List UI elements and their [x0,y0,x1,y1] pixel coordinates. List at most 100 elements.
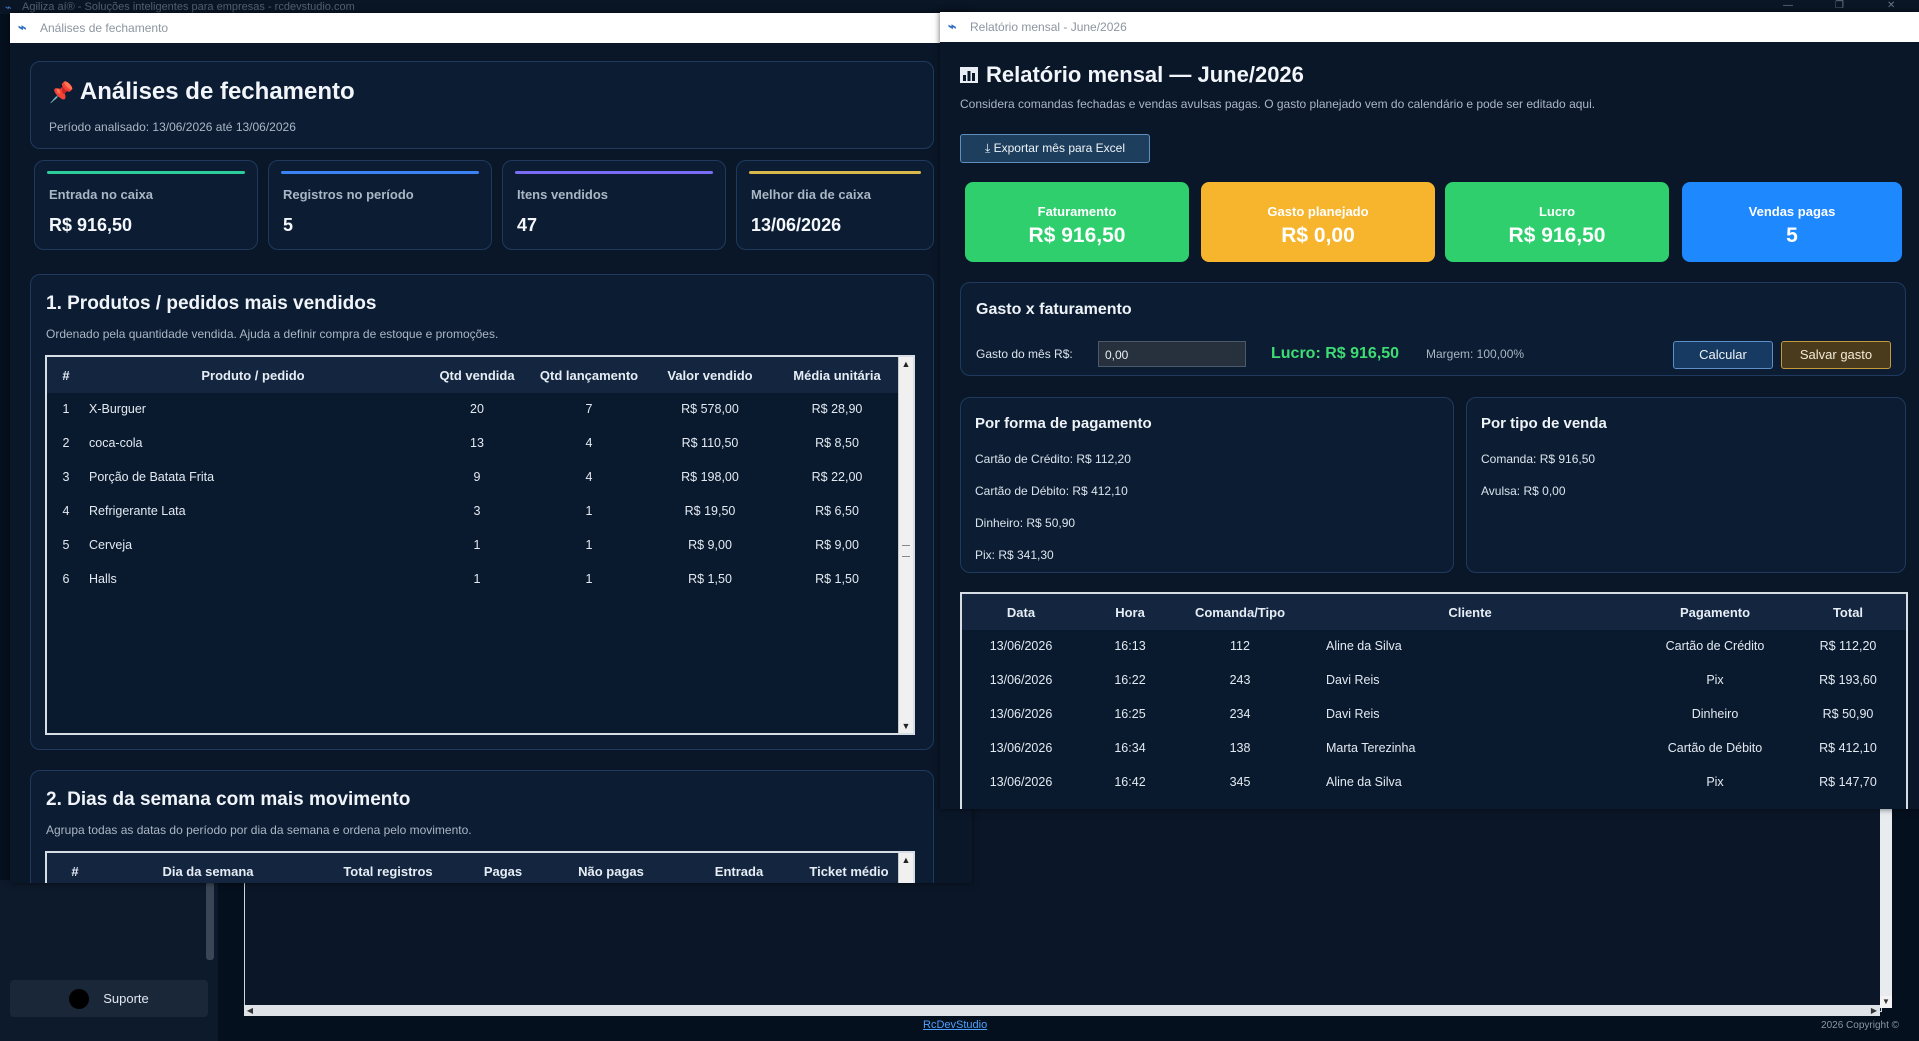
scroll-down-icon[interactable]: ▼ [899,719,913,733]
card-label: Faturamento [1037,204,1117,219]
column-header[interactable]: Total [1790,605,1906,620]
analises-window: ⌁ Análises de fechamento 📌 Análises de fe… [10,13,972,883]
column-header[interactable]: Total registros [313,864,463,879]
table-cell: Aline da Silva [1326,639,1402,653]
scroll-right-icon[interactable]: ▶ [1868,1005,1880,1016]
payment-line: Dinheiro: R$ 50,90 [975,516,1076,530]
column-header[interactable]: Cliente [1300,605,1640,620]
column-header[interactable]: Data [962,605,1080,620]
column-header[interactable]: Pagas [463,864,543,879]
payment-line: Pix: R$ 341,30 [975,548,1054,562]
analises-header: 📌 Análises de fechamento Período analisad… [30,61,934,149]
scroll-up-icon[interactable]: ▲ [899,853,913,867]
table-header: # Produto / pedido Qtd vendida Qtd lança… [47,357,899,393]
table-cell: R$ 198,00 [681,470,739,484]
table-cell: R$ 147,70 [1819,775,1877,789]
table-row[interactable]: 13/06/2026 16:42 345 Aline da Silva Pix R$ 14… [962,766,1906,800]
produtos-table: # Produto / pedido Qtd vendida Qtd lança… [45,355,915,735]
table-scrollbar[interactable]: ▲ ▼ [898,357,913,733]
table-row[interactable]: 1 X-Burguer 20 7 R$ 578,00 R$ 28,90 [47,393,899,427]
scroll-up-icon[interactable]: ▲ [899,357,913,371]
kpi-card-itens: Itens vendidos 47 [502,160,726,250]
column-header[interactable]: Valor vendido [645,368,775,383]
table-row[interactable]: 13/06/2026 16:22 243 Davi Reis Pix R$ 193,60 [962,664,1906,698]
scroll-left-icon[interactable]: ◀ [244,1005,256,1016]
column-header[interactable]: Qtd lançamento [533,368,645,383]
footer-link[interactable]: RcDevStudio [923,1019,987,1031]
tipo-line: Avulsa: R$ 0,00 [1481,484,1566,498]
calcular-button[interactable]: Calcular [1673,341,1773,369]
table-cell: Davi Reis [1326,673,1380,687]
column-header[interactable]: Produto / pedido [85,368,421,383]
column-header[interactable]: Ticket médio [799,864,899,879]
column-header[interactable]: Entrada [679,864,799,879]
table-cell: R$ 578,00 [681,402,739,416]
kpi-value: R$ 916,50 [49,215,133,235]
card-gasto-planejado: Gasto planejado R$ 0,00 [1201,182,1435,262]
column-header[interactable]: # [47,864,103,879]
sidebar-scrollbar[interactable] [206,882,214,960]
table-cell: 16:34 [1114,741,1146,755]
payment-line: Cartão de Crédito: R$ 112,20 [975,452,1131,466]
table-cell: 16:22 [1114,673,1146,687]
kpi-value: 5 [283,215,294,235]
support-button[interactable]: Suporte [10,980,208,1017]
scroll-down-icon[interactable]: ▼ [1880,996,1892,1008]
kpi-label: Entrada no caixa [49,187,154,202]
table-cell: Refrigerante Lata [89,504,186,518]
table-header: Data Hora Comanda/Tipo Cliente Pagamento… [962,594,1906,630]
dias-table: # Dia da semana Total registros Pagas Nã… [45,851,915,883]
app-logo-icon: ⌁ [18,19,27,35]
background-horizontal-scrollbar[interactable]: ◀ ▶ [244,1005,1880,1016]
table-cell: 138 [1229,741,1251,755]
tipo-venda-panel: Por tipo de venda Comanda: R$ 916,50 Avu… [1466,397,1906,573]
column-header[interactable]: Hora [1080,605,1180,620]
minimize-icon[interactable]: — [1783,0,1793,11]
table-cell: 3 [62,470,70,484]
column-header[interactable]: Pagamento [1640,605,1790,620]
table-row[interactable]: 6 Halls 1 1 R$ 1,50 R$ 1,50 [47,563,899,597]
table-row[interactable]: 5 Cerveja 1 1 R$ 9,00 R$ 9,00 [47,529,899,563]
table-cell: R$ 193,60 [1819,673,1877,687]
card-value: R$ 916,50 [1028,224,1126,247]
table-cell: Pix [1706,775,1724,789]
column-header[interactable]: Comanda/Tipo [1180,605,1300,620]
table-row[interactable]: 3 Porção de Batata Frita 9 4 R$ 198,00 R$ 22,… [47,461,899,495]
card-label: Vendas pagas [1748,204,1836,219]
maximize-icon[interactable]: ❐ [1835,0,1844,11]
table-scrollbar[interactable]: ▲ [898,853,913,883]
column-header[interactable]: # [47,368,85,383]
export-excel-button[interactable]: ⤓ Exportar mês para Excel [960,134,1150,163]
card-value: R$ 916,50 [1508,224,1606,247]
gasto-input[interactable]: 0,00 [1098,341,1246,367]
kpi-label: Melhor dia de caixa [751,187,871,202]
column-header[interactable]: Média unitária [775,368,899,383]
table-cell: 1 [473,572,481,586]
table-row[interactable]: 4 Refrigerante Lata 3 1 R$ 19,50 R$ 6,50 [47,495,899,529]
window-title: Relatório mensal - June/2026 [970,20,1127,34]
table-cell: 1 [585,538,593,552]
table-cell: 4 [62,504,70,518]
panel-title: Por tipo de venda [1481,415,1607,432]
card-lucro: Lucro R$ 916,50 [1445,182,1669,262]
table-cell: 3 [473,504,481,518]
background-vertical-scrollbar[interactable]: ▼ [1880,808,1892,1008]
table-row[interactable]: 13/06/2026 16:25 234 Davi Reis Dinheiro R$ 50… [962,698,1906,732]
table-cell: R$ 28,90 [811,402,863,416]
table-cell: Pix [1706,673,1724,687]
column-header[interactable]: Dia da semana [103,864,313,879]
table-cell: 9 [473,470,481,484]
column-header[interactable]: Qtd vendida [421,368,533,383]
table-cell: 4 [585,436,593,450]
table-cell: 13/06/2026 [989,741,1053,755]
section-description: Ordenado pela quantidade vendida. Ajuda … [46,327,499,341]
close-icon[interactable]: ✕ [1887,0,1895,11]
kpi-card-entrada: Entrada no caixa R$ 916,50 [34,160,258,250]
table-row[interactable]: 2 coca-cola 13 4 R$ 110,50 R$ 8,50 [47,427,899,461]
table-cell: Aline da Silva [1326,775,1402,789]
table-row[interactable]: 13/06/2026 16:34 138 Marta Terezinha Cartão … [962,732,1906,766]
table-row[interactable]: 13/06/2026 16:13 112 Aline da Silva Cartão d… [962,630,1906,664]
column-header[interactable]: Não pagas [543,864,679,879]
scroll-grip[interactable] [902,545,910,557]
salvar-gasto-button[interactable]: Salvar gasto [1781,341,1891,369]
